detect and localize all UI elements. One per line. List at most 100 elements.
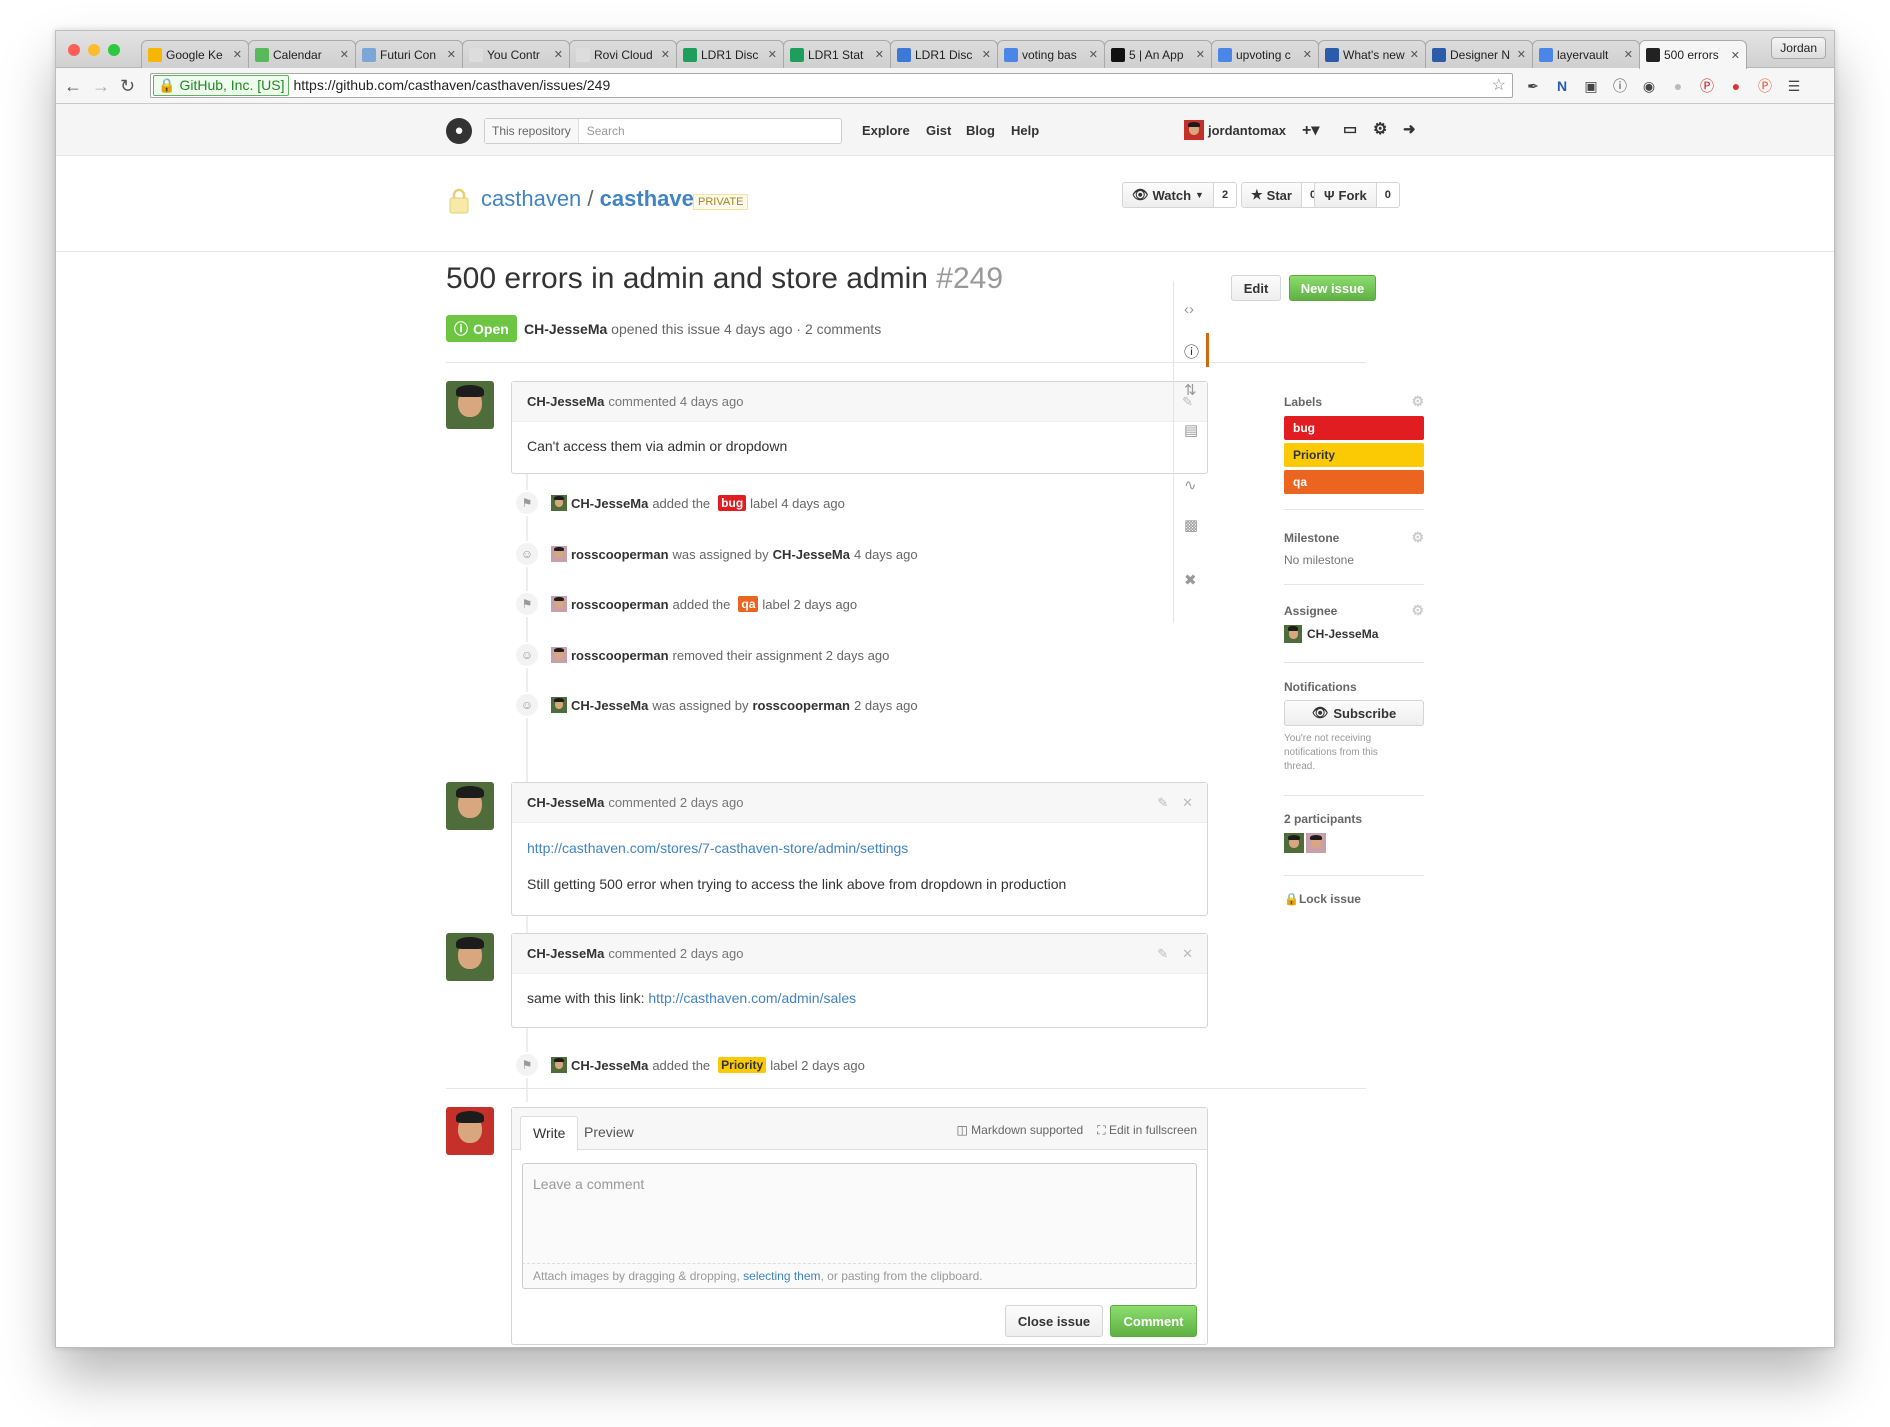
- ev-certificate-badge[interactable]: 🔒 GitHub, Inc. [US]: [153, 75, 290, 96]
- nav-help[interactable]: Help: [1011, 123, 1039, 138]
- labels-gear-icon[interactable]: ⚙: [1411, 393, 1424, 410]
- close-window-icon[interactable]: [68, 44, 80, 56]
- event-target-user[interactable]: rosscooperman: [752, 698, 850, 713]
- sidebar-label[interactable]: qa: [1284, 470, 1424, 494]
- pulse-icon[interactable]: ∿: [1184, 476, 1197, 494]
- event-user[interactable]: CH-JesseMa: [571, 698, 648, 713]
- tab-close-icon[interactable]: ✕: [447, 48, 456, 61]
- browser-tab[interactable]: 5 | An App ✕: [1104, 40, 1212, 68]
- user-avatar[interactable]: [1184, 120, 1204, 140]
- zoom-window-icon[interactable]: [108, 44, 120, 56]
- tab-close-icon[interactable]: ✕: [875, 48, 884, 61]
- inbox-icon[interactable]: ▭: [1343, 120, 1357, 138]
- tab-preview[interactable]: Preview: [572, 1116, 646, 1151]
- edit-button[interactable]: Edit: [1231, 275, 1281, 301]
- browser-tab[interactable]: Rovi Cloud ✕: [569, 40, 677, 68]
- browser-tab[interactable]: Calendar ✕: [248, 40, 356, 68]
- comment-link[interactable]: http://casthaven.com/stores/7-casthaven-…: [527, 840, 908, 856]
- edit-pencil-icon[interactable]: ✎: [1157, 795, 1168, 811]
- mini-avatar[interactable]: [551, 697, 567, 713]
- tab-close-icon[interactable]: ✕: [768, 48, 777, 61]
- browser-tab[interactable]: LDR1 Stat ✕: [783, 40, 891, 68]
- participant-avatar[interactable]: [1284, 833, 1304, 853]
- new-issue-button[interactable]: New issue: [1289, 275, 1376, 301]
- browser-tab[interactable]: Futuri Con ✕: [355, 40, 463, 68]
- back-icon[interactable]: ←: [64, 76, 82, 96]
- star-button[interactable]: ★Star 0: [1241, 182, 1326, 208]
- pinterest-icon[interactable]: Ⓟ: [1698, 77, 1716, 95]
- tab-close-icon[interactable]: ✕: [554, 48, 563, 61]
- mini-avatar[interactable]: [551, 596, 567, 612]
- mini-avatar[interactable]: [551, 546, 567, 562]
- issues-icon[interactable]: ⓘ: [1184, 341, 1199, 362]
- close-issue-button[interactable]: Close issue: [1005, 1305, 1103, 1337]
- url-text[interactable]: https://github.com/casthaven/casthaven/i…: [293, 74, 610, 97]
- tab-close-icon[interactable]: ✕: [340, 48, 349, 61]
- browser-tab[interactable]: LDR1 Disc ✕: [890, 40, 998, 68]
- sidebar-label[interactable]: bug: [1284, 416, 1424, 440]
- info-icon[interactable]: ⓘ: [1611, 77, 1629, 95]
- tab-close-icon[interactable]: ✕: [1624, 48, 1633, 61]
- nav-blog[interactable]: Blog: [966, 123, 995, 138]
- wiki-icon[interactable]: ▤: [1184, 421, 1198, 439]
- my-avatar[interactable]: [446, 1107, 494, 1155]
- create-new-icon[interactable]: +▾: [1302, 120, 1319, 140]
- menu-icon[interactable]: ☰: [1785, 77, 1803, 95]
- comment-time[interactable]: commented 4 days ago: [608, 394, 743, 409]
- code-icon[interactable]: ‹›: [1184, 301, 1194, 318]
- assignee-gear-icon[interactable]: ⚙: [1411, 602, 1424, 619]
- tab-close-icon[interactable]: ✕: [1517, 48, 1526, 61]
- event-time[interactable]: label 2 days ago: [770, 1058, 865, 1073]
- select-files-link[interactable]: selecting them: [743, 1269, 820, 1283]
- browser-tab[interactable]: upvoting c ✕: [1211, 40, 1319, 68]
- search-input[interactable]: This repository Search: [484, 118, 842, 144]
- watch-count[interactable]: 2: [1213, 183, 1237, 207]
- comment-button[interactable]: Comment: [1110, 1305, 1197, 1337]
- comment-time[interactable]: commented 2 days ago: [608, 946, 743, 961]
- profile-button[interactable]: Jordan: [1771, 37, 1826, 59]
- sidebar-label[interactable]: Priority: [1284, 443, 1424, 467]
- nav-explore[interactable]: Explore: [862, 123, 910, 138]
- comment-author[interactable]: CH-JesseMa: [527, 394, 604, 409]
- comment-author[interactable]: CH-JesseMa: [527, 795, 604, 810]
- tab-close-icon[interactable]: ✕: [982, 48, 991, 61]
- participant-avatar[interactable]: [1306, 833, 1326, 853]
- avatar[interactable]: [446, 933, 494, 981]
- tab-write[interactable]: Write: [520, 1116, 579, 1151]
- mini-avatar[interactable]: [551, 647, 567, 663]
- delete-x-icon[interactable]: ✕: [1182, 795, 1193, 811]
- event-user[interactable]: rosscooperman: [571, 648, 669, 663]
- tab-close-icon[interactable]: ✕: [1410, 48, 1419, 61]
- delete-x-icon[interactable]: ✕: [1182, 946, 1193, 962]
- producthunt-icon[interactable]: Ⓟ: [1756, 77, 1774, 95]
- issue-author-link[interactable]: CH-JesseMa: [524, 321, 607, 337]
- event-target-user[interactable]: CH-JesseMa: [773, 547, 850, 562]
- event-user[interactable]: CH-JesseMa: [571, 496, 648, 511]
- repo-name-link[interactable]: casthaven: [600, 186, 708, 211]
- markdown-link[interactable]: ◫ Markdown supported: [956, 1123, 1083, 1138]
- label-badge[interactable]: qa: [738, 596, 759, 612]
- repo-owner-link[interactable]: casthaven: [481, 186, 581, 211]
- pull-requests-icon[interactable]: ⇅: [1184, 381, 1197, 399]
- forward-icon[interactable]: →: [92, 76, 110, 96]
- avatar[interactable]: [446, 381, 494, 429]
- screenshot-icon[interactable]: ▣: [1582, 77, 1600, 95]
- comment-link[interactable]: http://casthaven.com/admin/sales: [648, 990, 856, 1006]
- assignee-user[interactable]: CH-JesseMa: [1284, 625, 1424, 643]
- tab-close-icon[interactable]: ✕: [661, 48, 670, 61]
- tab-close-icon[interactable]: ✕: [1303, 48, 1312, 61]
- settings-tools-icon[interactable]: ✖: [1184, 571, 1197, 589]
- event-time[interactable]: 2 days ago: [854, 698, 918, 713]
- event-user[interactable]: rosscooperman: [571, 597, 669, 612]
- pocket-icon[interactable]: ◉: [1640, 77, 1658, 95]
- event-time[interactable]: label 2 days ago: [762, 597, 857, 612]
- milestone-gear-icon[interactable]: ⚙: [1411, 529, 1424, 546]
- sign-out-icon[interactable]: ➜: [1403, 120, 1416, 138]
- label-badge[interactable]: bug: [718, 495, 747, 511]
- label-badge[interactable]: Priority: [718, 1057, 767, 1073]
- omnibox[interactable]: 🔒 GitHub, Inc. [US] https://github.com/c…: [150, 73, 1513, 98]
- event-time[interactable]: label 4 days ago: [750, 496, 845, 511]
- bookmark-star-icon[interactable]: ☆: [1492, 74, 1506, 97]
- settings-gear-icon[interactable]: ⚙: [1373, 119, 1387, 139]
- browser-tab[interactable]: LDR1 Disc ✕: [676, 40, 784, 68]
